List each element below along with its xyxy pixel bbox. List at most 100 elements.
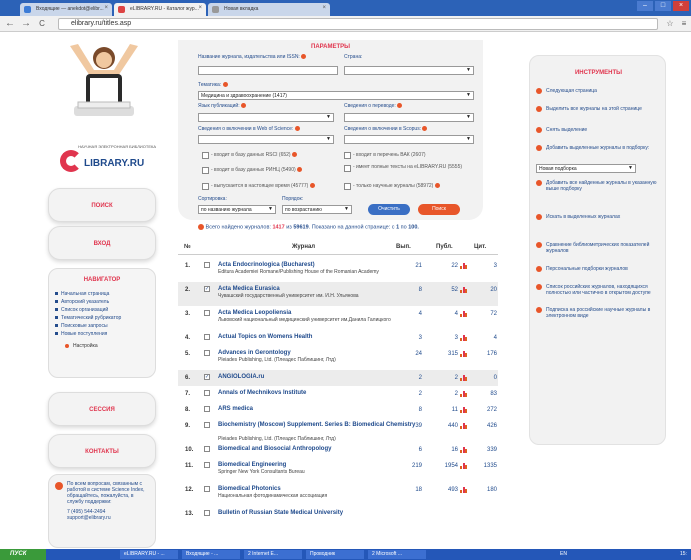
stats-chart-icon[interactable]	[460, 350, 467, 357]
translation-select[interactable]: ▼	[344, 113, 474, 122]
nav-authors[interactable]: Авторский указатель	[55, 299, 149, 305]
row-checkbox[interactable]: ✓	[204, 374, 210, 380]
row-checkbox[interactable]	[204, 262, 210, 268]
row-checkbox[interactable]	[204, 486, 210, 492]
stats-chart-icon[interactable]	[460, 286, 467, 293]
journal-title-link[interactable]: Biomedical Photonics	[218, 486, 418, 493]
taskbar-item[interactable]: eLIBRARY.RU - ...	[120, 550, 178, 559]
publications-count[interactable]: 11	[434, 407, 458, 413]
back-icon[interactable]: ←	[4, 18, 16, 30]
nav-settings[interactable]: Настройка	[55, 343, 149, 349]
next-page-link[interactable]: Следующая страница	[536, 88, 662, 94]
row-checkbox[interactable]	[204, 462, 210, 468]
sort-select[interactable]: по названию журнала ▼	[198, 205, 276, 214]
stats-chart-icon[interactable]	[460, 374, 467, 381]
nav-new[interactable]: Новые поступления	[55, 331, 149, 337]
collection-select[interactable]: Новая подборка ▼	[536, 164, 636, 173]
search-nav-button[interactable]: ПОИСК	[48, 188, 156, 222]
journal-title-link[interactable]: Acta Medica Eurasica	[218, 286, 418, 293]
journal-title-link[interactable]: ARS medica	[218, 406, 418, 413]
publications-count[interactable]: 2	[434, 391, 458, 397]
add-all-link[interactable]: Добавить все найденные журналы в указанн…	[536, 180, 662, 192]
menu-icon[interactable]: ≡	[678, 18, 690, 30]
personal-collections-link[interactable]: Персональные подборки журналов	[536, 266, 662, 272]
publications-count[interactable]: 22	[434, 263, 458, 269]
elibrary-logo[interactable]: LIBRARY.RU	[60, 150, 160, 174]
topic-select[interactable]: Медицина и здравоохранение (1417) ▼	[198, 91, 474, 100]
publications-count[interactable]: 16	[434, 447, 458, 453]
stats-chart-icon[interactable]	[460, 262, 467, 269]
stats-chart-icon[interactable]	[460, 390, 467, 397]
country-select[interactable]: ▼	[344, 66, 474, 75]
row-checkbox[interactable]	[204, 446, 210, 452]
publications-count[interactable]: 4	[434, 311, 458, 317]
citations-count[interactable]: 83	[473, 391, 497, 397]
row-checkbox[interactable]	[204, 510, 210, 516]
url-field[interactable]: elibrary.ru/titles.asp	[58, 18, 658, 30]
col-cites[interactable]: Цит.	[474, 244, 486, 250]
vak-checkbox[interactable]: - входит в перечень ВАК (2607)	[344, 152, 426, 159]
close-icon[interactable]: ×	[322, 5, 326, 11]
wos-select[interactable]: ▼	[198, 135, 334, 144]
publications-count[interactable]: 493	[434, 487, 458, 493]
session-button[interactable]: СЕССИЯ	[48, 392, 156, 426]
close-icon[interactable]: ×	[198, 5, 202, 11]
publications-count[interactable]: 440	[434, 423, 458, 429]
row-checkbox[interactable]	[204, 422, 210, 428]
journal-title-link[interactable]: Biochemistry (Moscow) Supplement. Series…	[218, 422, 418, 429]
row-checkbox[interactable]: ✓	[204, 286, 210, 292]
taskbar-item[interactable]: Проводник	[306, 550, 364, 559]
publications-count[interactable]: 2	[434, 375, 458, 381]
search-button[interactable]: Поиск	[418, 204, 460, 215]
search-selected-link[interactable]: Искать в выделенных журналах	[536, 214, 662, 220]
stats-chart-icon[interactable]	[460, 486, 467, 493]
nav-queries[interactable]: Поисковые запросы	[55, 323, 149, 329]
open-access-list-link[interactable]: Список российских журналов, находящихся …	[536, 284, 662, 296]
nav-home[interactable]: Начальная страница	[55, 291, 149, 297]
fulltext-checkbox[interactable]: - имеет полные тексты на eLIBRARY.RU (55…	[344, 165, 464, 172]
col-issues[interactable]: Вып.	[396, 244, 411, 250]
stats-chart-icon[interactable]	[460, 422, 467, 429]
row-checkbox[interactable]	[204, 334, 210, 340]
rsci-checkbox[interactable]: - входит в базу данных RSCI (652)	[202, 152, 297, 159]
citations-count[interactable]: 72	[473, 311, 497, 317]
forward-icon[interactable]: →	[20, 18, 32, 30]
publications-count[interactable]: 1954	[434, 463, 458, 469]
star-icon[interactable]: ☆	[664, 18, 676, 30]
col-pubs[interactable]: Публ.	[436, 244, 453, 250]
taskbar-item[interactable]: 2 Internet E...	[244, 550, 302, 559]
citations-count[interactable]: 20	[473, 287, 497, 293]
citations-count[interactable]: 426	[473, 423, 497, 429]
journal-title-link[interactable]: Actual Topics on Womens Health	[218, 334, 418, 341]
row-checkbox[interactable]	[204, 310, 210, 316]
close-icon[interactable]: ×	[104, 5, 108, 11]
login-button[interactable]: ВХОД	[48, 226, 156, 260]
journal-title-link[interactable]: Biomedical Engineering	[218, 462, 418, 469]
tab-elibrary[interactable]: eLIBRARY.RU - Каталог жур... ×	[114, 3, 206, 16]
language-indicator[interactable]: EN	[560, 551, 567, 557]
citations-count[interactable]: 1335	[473, 463, 497, 469]
stats-chart-icon[interactable]	[460, 406, 467, 413]
nav-organizations[interactable]: Список организаций	[55, 307, 149, 313]
publications-count[interactable]: 3	[434, 335, 458, 341]
select-all-link[interactable]: Выделить все журналы на этой странице	[536, 106, 662, 112]
start-button[interactable]: ПУСК	[0, 549, 46, 560]
citations-count[interactable]: 180	[473, 487, 497, 493]
taskbar-item[interactable]: 2 Microsoft ...	[368, 550, 426, 559]
journal-title-link[interactable]: Acta Endocrinologica (Bucharest)	[218, 262, 418, 269]
citations-count[interactable]: 176	[473, 351, 497, 357]
add-selected-link[interactable]: Добавить выделенные журналы в подборку:	[536, 145, 662, 151]
col-journal[interactable]: Журнал	[292, 244, 315, 250]
row-checkbox[interactable]	[204, 406, 210, 412]
clear-button[interactable]: Очистить	[368, 204, 410, 215]
subscribe-link[interactable]: Подписка на российские научные журналы в…	[536, 307, 662, 319]
citations-count[interactable]: 3	[473, 263, 497, 269]
citations-count[interactable]: 272	[473, 407, 497, 413]
lang-select[interactable]: ▼	[198, 113, 334, 122]
journal-title-link[interactable]: Biomedical and Biosocial Anthropology	[218, 446, 418, 453]
tab-inbox[interactable]: Входящие — anekdot@elibr... ×	[20, 3, 112, 16]
order-select[interactable]: по возрастанию ▼	[282, 205, 352, 214]
journal-title-link[interactable]: Annals of Mechnikovs Institute	[218, 390, 418, 397]
journal-title-link[interactable]: Acta Medica Leopoliensia	[218, 310, 418, 317]
rinc-checkbox[interactable]: - входит в базу данных РИНЦ (5490)	[202, 167, 303, 174]
